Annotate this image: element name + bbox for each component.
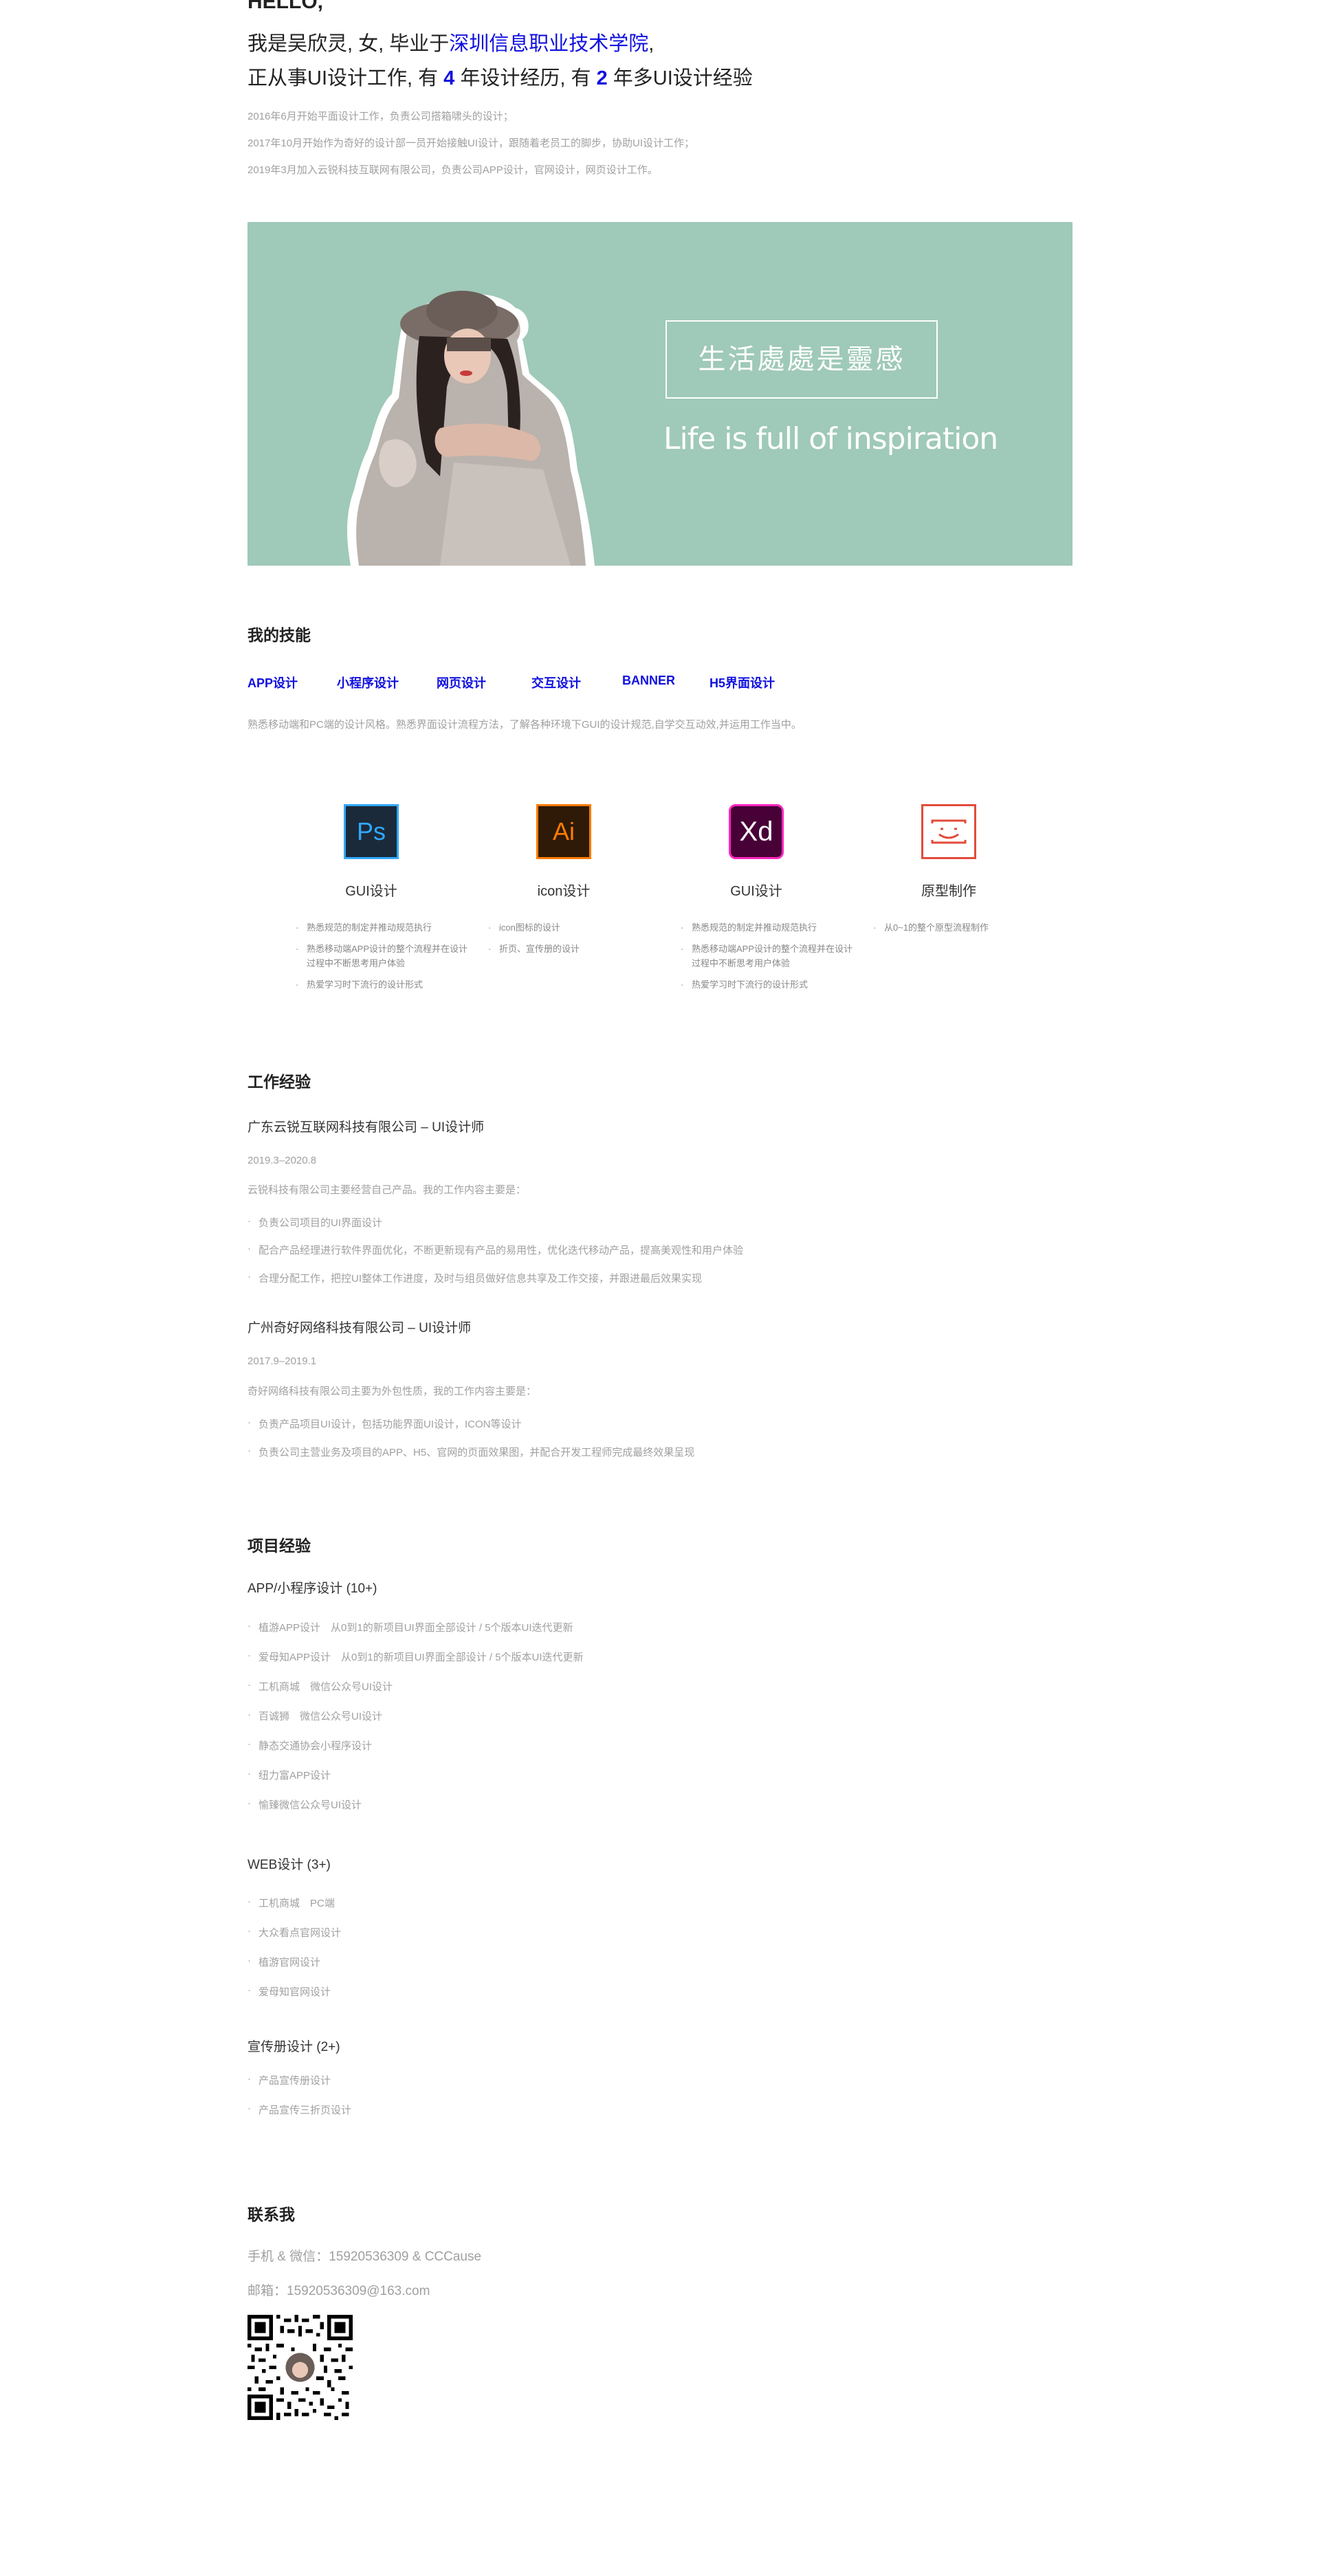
- wechat-qr-code: [248, 2315, 353, 2420]
- photoshop-icon: Ps: [344, 804, 399, 859]
- job-intro: 云锐科技有限公司主要经营自己产品。我的工作内容主要是：: [248, 1184, 527, 1196]
- skill-tags: APP设计 小程序设计 网页设计 交互设计 BANNER H5界面设计: [248, 674, 1072, 694]
- contact-title: 联系我: [248, 2206, 295, 2223]
- tool-list: 熟悉规范的制定并推动规范执行 熟悉移动端APP设计的整个流程并在设计过程中不断思…: [660, 920, 852, 992]
- tool-card: 原型制作 从0~1的整个原型流程制作: [852, 804, 1045, 942]
- skill-tag: APP设计: [248, 676, 298, 690]
- tool-list-item: 热爱学习时下流行的设计形式: [681, 977, 852, 992]
- project-group-title: 宣传册设计 (2+): [248, 2040, 340, 2054]
- project-group-title: APP/小程序设计 (10+): [248, 1581, 377, 1596]
- project-item: 工机商城 PC端: [248, 1896, 335, 1910]
- skills-description: 熟悉移动端和PC端的设计风格。熟悉界面设计流程方法，了解各种环境下GUI的设计规…: [248, 719, 802, 731]
- tool-list: 熟悉规范的制定并推动规范执行 熟悉移动端APP设计的整个流程并在设计过程中不断思…: [275, 920, 468, 992]
- job-duty: 负责公司项目的UI界面设计: [248, 1215, 382, 1230]
- project-item: 产品宣传三折页设计: [248, 2102, 351, 2117]
- intro-text: ,: [648, 33, 654, 55]
- tool-list-item: 熟悉移动端APP设计的整个流程并在设计过程中不断思考用户体验: [296, 942, 468, 970]
- project-item: 百诚狮 微信公众号UI设计: [248, 1709, 382, 1723]
- project-item: 纽力富APP设计: [248, 1768, 331, 1782]
- project-item: 大众看点官网设计: [248, 1925, 341, 1940]
- tool-list-item: 熟悉移动端APP设计的整个流程并在设计过程中不断思考用户体验: [681, 942, 852, 970]
- intro-note: 2016年6月开始平面设计工作，负责公司搭箱啸头的设计；: [248, 111, 514, 122]
- project-item: 愉臻微信公众号UI设计: [248, 1797, 362, 1812]
- skill-tag: BANNER: [622, 674, 676, 687]
- contact-email: 邮箱：15920536309@163.com: [248, 2284, 430, 2298]
- banner-title-box: 生活處處是靈感: [666, 320, 938, 399]
- projects-title: 项目经验: [248, 1537, 311, 1555]
- intro-text: 年设计经历, 有: [454, 67, 597, 89]
- tool-name: GUI设计: [345, 884, 397, 899]
- job-title: 广州奇好网络科技有限公司 – UI设计师: [248, 1321, 472, 1335]
- design-years: 4: [443, 67, 455, 89]
- project-item: 静态交通协会小程序设计: [248, 1738, 372, 1753]
- job-date: 2017.9–2019.1: [248, 1355, 317, 1367]
- job-date: 2019.3–2020.8: [248, 1155, 317, 1166]
- work-title: 工作经验: [248, 1073, 311, 1091]
- intro-note: 2019年3月加入云锐科技互联网有限公司，负责公司APP设计，官网设计，网页设计…: [248, 164, 658, 176]
- tool-list-item: icon图标的设计: [488, 920, 660, 935]
- job-duty: 负责公司主营业务及项目的APP、H5、官网的页面效果图，并配合开发工程师完成最终…: [248, 1445, 694, 1459]
- tool-name: GUI设计: [730, 884, 782, 899]
- skill-tag: 交互设计: [531, 676, 581, 690]
- prototype-face-icon: [931, 819, 967, 844]
- skill-tag: 网页设计: [437, 676, 486, 690]
- job-duty: 负责产品项目UI设计，包括功能界面UI设计，ICON等设计: [248, 1417, 522, 1431]
- banner-english-slogan: Life is full of inspiration: [663, 421, 998, 456]
- intro-text: 年多UI设计经验: [607, 67, 753, 89]
- tool-card: Xd GUI设计 熟悉规范的制定并推动规范执行 熟悉移动端APP设计的整个流程并…: [660, 804, 852, 999]
- tool-list: 从0~1的整个原型流程制作: [852, 920, 1045, 935]
- prototype-icon: [921, 804, 976, 859]
- intro-line-1: 我是吴欣灵, 女, 毕业于深圳信息职业技术学院,: [248, 27, 654, 56]
- tool-list: icon图标的设计 折页、宣传册的设计: [468, 920, 660, 956]
- ui-years: 2: [596, 67, 608, 89]
- tool-name: icon设计: [537, 884, 591, 899]
- skills-title: 我的技能: [248, 626, 311, 644]
- portrait-photo: [347, 291, 595, 566]
- tool-card: Ps GUI设计 熟悉规范的制定并推动规范执行 熟悉移动端APP设计的整个流程并…: [275, 804, 468, 999]
- intro-text: 我是吴欣灵, 女, 毕业于: [248, 33, 450, 55]
- job-duty: 配合产品经理进行软件界面优化，不断更新现有产品的易用性，优化迭代移动产品，提高美…: [248, 1243, 743, 1257]
- hello-heading: HELLO,: [248, 0, 323, 13]
- job-title: 广东云锐互联网科技有限公司 – UI设计师: [248, 1120, 485, 1135]
- intro-text: 正从事UI设计工作, 有: [248, 67, 444, 89]
- project-item: 工机商城 微信公众号UI设计: [248, 1679, 393, 1694]
- skill-tag: H5界面设计: [710, 676, 776, 690]
- project-item: 植游官网设计: [248, 1955, 320, 1969]
- project-item: 爱母知官网设计: [248, 1984, 331, 1999]
- project-group-title: WEB设计 (3+): [248, 1858, 331, 1872]
- school-name: 深圳信息职业技术学院: [449, 33, 649, 55]
- xd-icon: Xd: [729, 804, 784, 859]
- intro-note: 2017年10月开始作为奇好的设计部一员开始接触UI设计，跟随着老员工的脚步，协…: [248, 137, 695, 149]
- tool-list-item: 热爱学习时下流行的设计形式: [296, 977, 468, 992]
- intro-line-2: 正从事UI设计工作, 有 4 年设计经历, 有 2 年多UI设计经验: [248, 62, 753, 91]
- job-duty: 合理分配工作，把控UI整体工作进度，及时与组员做好信息共享及工作交接，并跟进最后…: [248, 1271, 702, 1285]
- project-item: 植游APP设计 从0到1的新项目UI界面全部设计 / 5个版本UI迭代更新: [248, 1620, 573, 1634]
- skill-tag: 小程序设计: [337, 676, 399, 690]
- tool-list-item: 熟悉规范的制定并推动规范执行: [296, 920, 468, 935]
- banner-chinese-title: 生活處處是靈感: [698, 344, 905, 375]
- project-item: 产品宣传册设计: [248, 2073, 331, 2087]
- tool-list-item: 折页、宣传册的设计: [488, 942, 660, 956]
- illustrator-icon: Ai: [536, 804, 591, 859]
- tool-list-item: 熟悉规范的制定并推动规范执行: [681, 920, 852, 935]
- tool-list-item: 从0~1的整个原型流程制作: [873, 920, 1045, 935]
- job-intro: 奇好网络科技有限公司主要为外包性质，我的工作内容主要是：: [248, 1386, 537, 1397]
- inspiration-banner: 生活處處是靈感 Life is full of inspiration: [248, 222, 1072, 566]
- contact-phone: 手机 & 微信：15920536309 & CCCause: [248, 2250, 482, 2264]
- project-item: 爱母知APP设计 从0到1的新项目UI界面全部设计 / 5个版本UI迭代更新: [248, 1650, 584, 1664]
- tool-card: Ai icon设计 icon图标的设计 折页、宣传册的设计: [468, 804, 660, 963]
- tool-name: 原型制作: [921, 884, 976, 899]
